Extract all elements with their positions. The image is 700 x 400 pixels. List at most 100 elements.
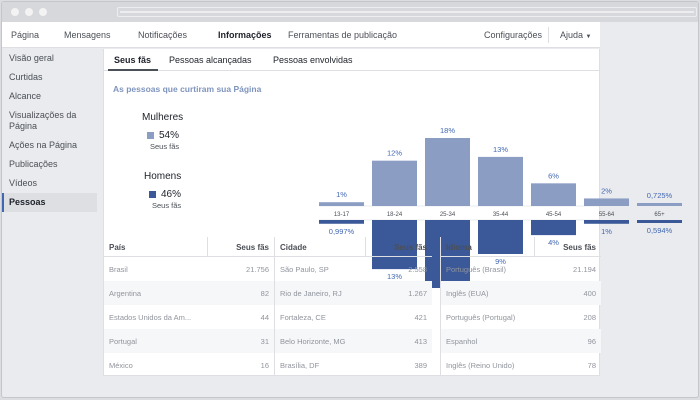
row-name: Brasil [109,265,128,274]
column-header-fans[interactable]: Seus fãs [394,243,427,252]
maximize-dot-icon[interactable] [39,8,47,16]
legend-men: Homens 46% Seus fãs [144,171,181,210]
close-dot-icon[interactable] [11,8,19,16]
table-row: Argentina 82 [104,281,274,305]
row-name: Português (Brasil) [446,265,507,274]
legend-women-sub: Seus fãs [150,142,180,151]
women-data-label: 2% [601,186,612,195]
row-name: Brasília, DF [280,361,320,370]
subtab-people-reached[interactable]: Pessoas alcançadas [169,55,252,65]
men-data-label: 0,997% [329,227,355,236]
row-name: Belo Horizonte, MG [280,337,346,346]
row-fans-count: 1.267 [408,289,427,298]
column-header-name[interactable]: Cidade [280,243,307,252]
table-row: Inglês (EUA) 400 [441,281,601,305]
browser-window: Página Mensagens Notificações Informaçõe… [1,1,699,398]
women-bar [478,156,523,206]
table-row: Brasília, DF 389 [275,353,432,377]
legend-women-label: Mulheres [142,112,184,123]
row-fans-count: 78 [587,361,596,370]
table-row: São Paulo, SP 2.558 [275,257,432,281]
row-fans-count: 82 [260,289,269,298]
nav-settings[interactable]: Configurações [484,30,542,40]
age-tick-label: 45-54 [546,212,562,218]
table-header: País Seus fãs [104,237,274,257]
column-header-name[interactable]: País [109,243,125,252]
sidebar-item-likes[interactable]: Curtidas [2,68,97,87]
column-header-name[interactable]: Idioma [446,243,472,252]
row-name: Portugal [109,337,137,346]
row-fans-count: 2.558 [408,265,427,274]
column-divider [534,237,535,257]
subtab-people-engaged[interactable]: Pessoas envolvidas [273,55,353,65]
women-bar [425,138,470,206]
nav-divider [548,27,549,43]
address-bar[interactable] [117,7,697,17]
row-fans-count: 21.194 [573,265,596,274]
row-fans-count: 389 [414,361,427,370]
table-row: México 16 [104,353,274,377]
age-tick-label: 35-44 [493,212,509,218]
fans-tables: País Seus fãs Brasil 21.756 Argentina 82 Estad… [104,237,601,376]
nav-help[interactable]: Ajuda ▼ [560,30,592,40]
table-row: Inglês (Reino Unido) 78 [441,353,601,377]
sidebar-item-overview[interactable]: Visão geral [2,49,97,68]
row-name: Rio de Janeiro, RJ [280,289,342,298]
minimize-dot-icon[interactable] [25,8,33,16]
table-row: Português (Brasil) 21.194 [441,257,601,281]
row-fans-count: 31 [260,337,269,346]
age-tick-label: 55-64 [599,212,615,218]
women-data-label: 13% [493,145,508,154]
row-name: Argentina [109,289,142,298]
sidebar: Visão geral Curtidas Alcance Visualizaçõ… [2,49,97,212]
column-header-fans[interactable]: Seus fãs [563,243,596,252]
age-tick-label: 25-34 [440,212,456,218]
nav-help-label: Ajuda [560,30,584,40]
men-bar [531,220,576,236]
sidebar-item-posts[interactable]: Publicações [2,155,97,174]
women-bar [531,183,576,206]
table-header: Idioma Seus fãs [441,237,601,257]
city-table: Cidade Seus fãs São Paulo, SP 2.558 Rio de J… [274,237,432,376]
sidebar-item-page-views[interactable]: Visualizações da Página [2,106,97,136]
row-name: Inglês (EUA) [446,289,489,298]
nav-tab-messages[interactable]: Mensagens [64,30,111,40]
women-data-label: 0,725% [647,191,673,200]
nav-tab-page[interactable]: Página [11,30,39,40]
chart-subtitle: As pessoas que curtiram sua Página [113,84,262,94]
women-data-label: 12% [387,149,402,158]
row-fans-count: 96 [587,337,596,346]
column-divider [207,237,208,257]
men-data-label: 0,594% [647,226,673,235]
row-name: Espanhol [446,337,478,346]
age-tick-label: 18-24 [387,212,403,218]
language-table: Idioma Seus fãs Português (Brasil) 21.194 In… [440,237,601,376]
sidebar-item-videos[interactable]: Vídeos [2,174,97,193]
title-bar [2,2,698,22]
sidebar-item-page-actions[interactable]: Ações na Página [2,136,97,155]
column-header-fans[interactable]: Seus fãs [236,243,269,252]
sidebar-item-people[interactable]: Pessoas [2,193,97,212]
country-table: País Seus fãs Brasil 21.756 Argentina 82 Estad… [104,237,274,376]
table-row: Português (Portugal) 208 [441,305,601,329]
age-tick-label: 65+ [654,212,665,218]
nav-tab-insights[interactable]: Informações [218,30,272,40]
sidebar-item-reach[interactable]: Alcance [2,87,97,106]
women-bar [372,160,417,206]
nav-tab-publishing-tools[interactable]: Ferramentas de publicação [288,30,397,40]
men-bar [584,220,629,224]
nav-tab-notifications[interactable]: Notificações [138,30,187,40]
table-row: Espanhol 96 [441,329,601,353]
row-fans-count: 421 [414,313,427,322]
row-fans-count: 44 [260,313,269,322]
legend-women-pct: 54% [159,130,180,141]
women-data-label: 6% [548,171,559,180]
legend-men-pct: 46% [161,189,182,200]
row-fans-count: 400 [583,289,596,298]
legend-men-swatch [149,191,156,198]
subtab-your-fans[interactable]: Seus fãs [114,55,151,65]
women-data-label: 1% [336,190,347,199]
men-bar [637,220,682,223]
legend-women: Mulheres 54% Seus fãs [142,112,184,151]
women-bar [584,198,629,206]
